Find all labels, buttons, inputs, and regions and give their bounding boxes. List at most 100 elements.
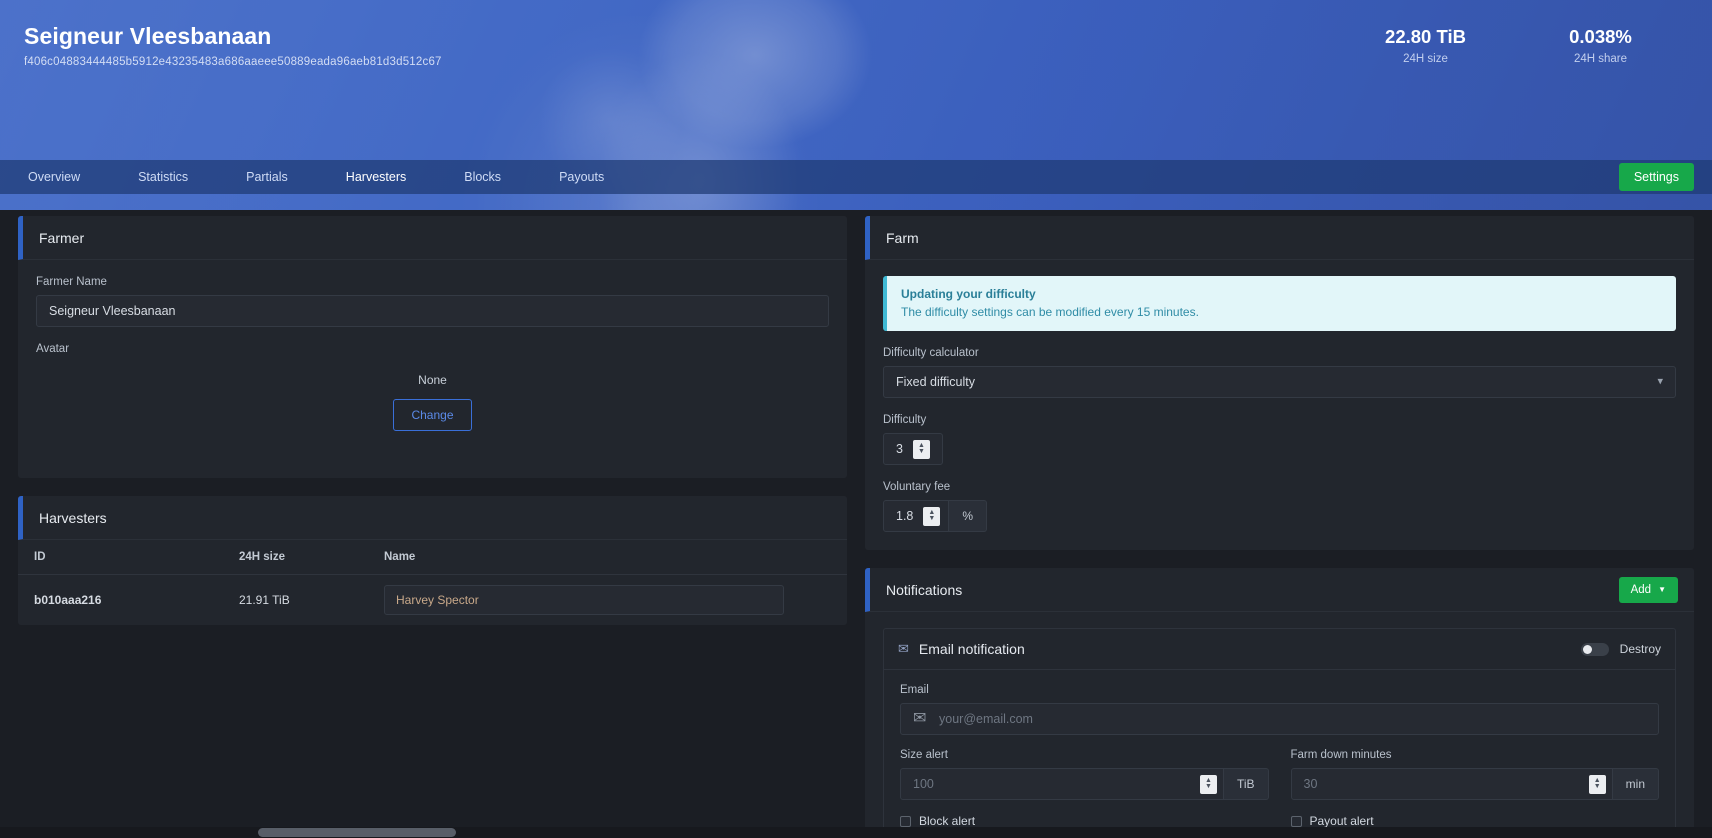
farmer-card-title: Farmer	[39, 229, 85, 246]
nav-item-overview[interactable]: Overview	[18, 170, 90, 184]
block-alert-label: Block alert	[919, 814, 976, 828]
difficulty-stepper-group: 3 ▲ ▼	[883, 433, 943, 465]
voluntary-fee-field[interactable]: 1.8 ▲ ▼	[883, 500, 950, 532]
difficulty-calculator-select[interactable]	[883, 366, 1676, 398]
notifications-card: Notifications Add ▼ ✉ Email notification…	[865, 568, 1694, 838]
farmer-card: Farmer Farmer Name Avatar None Change	[18, 216, 847, 478]
voluntary-fee-spinner-icon[interactable]: ▲ ▼	[923, 506, 941, 526]
stat-24h-share-value: 0.038%	[1569, 26, 1632, 47]
scrollbar-thumb[interactable]	[258, 828, 456, 837]
difficulty-calculator-label: Difficulty calculator	[883, 347, 979, 359]
farmer-name-label: Farmer Name	[36, 276, 107, 288]
email-notification-title: Email notification	[918, 641, 1025, 657]
farm-card-header: Farm	[865, 216, 1694, 260]
left-column: Farmer Farmer Name Avatar None Change Ha…	[18, 216, 847, 838]
payout-alert-row: Payout alert	[1290, 814, 1660, 828]
farmer-card-header: Farmer	[18, 216, 847, 260]
farm-card: Farm Updating your difficulty The diffic…	[865, 216, 1694, 550]
voluntary-fee-group: 1.8 ▲ ▼ %	[883, 500, 988, 532]
difficulty-alert: Updating your difficulty The difficulty …	[883, 276, 1676, 331]
stat-24h-size-value: 22.80 TiB	[1385, 26, 1466, 47]
harvester-name-cell	[368, 575, 847, 626]
nav-item-payouts[interactable]: Payouts	[549, 170, 614, 184]
payout-alert-label: Payout alert	[1309, 814, 1374, 828]
table-header-row: ID 24H size Name	[18, 540, 847, 575]
size-alert-spinner-icon[interactable]: ▲ ▼	[1199, 774, 1217, 794]
voluntary-fee-label: Voluntary fee	[883, 481, 951, 493]
envelope-icon: ✉	[913, 710, 927, 727]
stat-24h-share-label: 24H share	[1573, 53, 1628, 65]
notifications-card-title: Notifications	[886, 581, 963, 598]
avatar-label: Avatar	[36, 343, 70, 355]
farm-down-field-row: 30 ▲ ▼ min	[1290, 768, 1659, 800]
size-alert-field[interactable]: 100 ▲ ▼	[900, 768, 1224, 800]
nav-item-partials[interactable]: Partials	[236, 170, 298, 184]
farm-down-field[interactable]: 30 ▲ ▼	[1290, 768, 1613, 800]
right-column: Farm Updating your difficulty The diffic…	[865, 216, 1694, 838]
nav-item-blocks[interactable]: Blocks	[454, 170, 511, 184]
voluntary-fee-value: 1.8	[896, 509, 914, 523]
email-notification-header: ✉ Email notification Destroy	[884, 629, 1675, 670]
harvesters-card: Harvesters ID 24H size Name b010aaa216 2…	[18, 496, 847, 625]
farm-down-spinner-icon[interactable]: ▲ ▼	[1588, 774, 1606, 794]
difficulty-field[interactable]: 3 ▲ ▼	[883, 433, 943, 465]
avatar-value: None	[418, 373, 447, 387]
stat-24h-size-label: 24H size	[1403, 53, 1448, 65]
size-alert-label: Size alert	[900, 749, 948, 761]
block-alert-checkbox[interactable]	[900, 815, 911, 827]
horizontal-scrollbar[interactable]	[0, 827, 1712, 838]
harvester-size: 21.91 TiB	[239, 593, 290, 607]
settings-button[interactable]: Settings	[1618, 163, 1694, 191]
add-notification-label: Add	[1630, 583, 1652, 596]
nav-items: Overview Statistics Partials Harvesters …	[18, 170, 614, 184]
email-label: Email	[900, 684, 929, 696]
alert-text: The difficulty settings can be modified …	[901, 305, 1199, 319]
voluntary-fee-unit: %	[949, 500, 988, 532]
farm-down-unit: min	[1612, 768, 1659, 800]
page-title: Seigneur Vleesbanaan	[24, 23, 272, 49]
size-alert-field-row: 100 ▲ ▼ TiB	[900, 768, 1269, 800]
column-header-id: ID	[18, 540, 223, 575]
email-input[interactable]	[900, 703, 1659, 735]
nav-item-harvesters[interactable]: Harvesters	[336, 170, 416, 184]
hero-identity: Seigneur Vleesbanaan f406c04883444485b59…	[24, 22, 442, 68]
harvesters-table: ID 24H size Name b010aaa216 21.91 TiB	[18, 540, 847, 625]
stat-24h-size: 22.80 TiB 24H size	[1338, 26, 1513, 65]
launcher-id: f406c04883444485b5912e43235483a686aaeee5…	[24, 55, 442, 68]
hero-stats: 22.80 TiB 24H size 0.038% 24H share	[1338, 26, 1688, 65]
farmer-name-input[interactable]	[36, 295, 829, 327]
avatar-change-button[interactable]: Change	[393, 399, 472, 431]
size-alert-value: 100	[913, 777, 934, 791]
difficulty-label: Difficulty	[883, 414, 927, 426]
farm-card-body: Updating your difficulty The difficulty …	[865, 260, 1694, 550]
stat-24h-share: 0.038% 24H share	[1513, 26, 1688, 65]
email-notification-actions: Destroy	[1580, 642, 1661, 656]
farm-card-title: Farm	[886, 229, 919, 246]
harvesters-card-header: Harvesters	[18, 496, 847, 540]
harvesters-card-title: Harvesters	[39, 509, 107, 526]
farm-down-group: Farm down minutes 30 ▲ ▼ min Payout aler…	[1290, 749, 1660, 828]
destroy-button[interactable]: Destroy	[1620, 642, 1661, 656]
mail-icon: ✉	[898, 641, 909, 656]
email-notification-item: ✉ Email notification Destroy Email ✉ you…	[883, 628, 1676, 838]
notifications-card-body: ✉ Email notification Destroy Email ✉ you…	[865, 612, 1694, 838]
difficulty-value: 3	[896, 442, 903, 456]
main-content: Farmer Farmer Name Avatar None Change Ha…	[0, 216, 1712, 838]
chevron-down-icon: ▼	[1658, 585, 1666, 594]
alert-title: Updating your difficulty	[901, 287, 1036, 301]
email-notification-toggle[interactable]	[1580, 642, 1609, 656]
size-alert-unit: TiB	[1223, 768, 1269, 800]
difficulty-spinner-icon[interactable]: ▲ ▼	[912, 439, 930, 459]
notifications-card-header: Notifications Add ▼	[865, 568, 1694, 612]
alert-settings-row: Size alert 100 ▲ ▼ TiB Block alert Farm …	[900, 749, 1659, 828]
avatar-block: None Change	[36, 373, 829, 431]
harvester-id: b010aaa216	[34, 593, 102, 607]
farm-down-label: Farm down minutes	[1290, 749, 1392, 761]
payout-alert-checkbox[interactable]	[1290, 815, 1302, 827]
nav-item-statistics[interactable]: Statistics	[128, 170, 198, 184]
difficulty-calculator-select-wrap: ▾	[883, 366, 1676, 398]
hero-banner: Seigneur Vleesbanaan f406c04883444485b59…	[0, 0, 1712, 210]
harvester-name-input[interactable]	[384, 585, 784, 615]
farmer-card-body: Farmer Name Avatar None Change	[18, 260, 847, 478]
add-notification-button[interactable]: Add ▼	[1618, 576, 1678, 603]
